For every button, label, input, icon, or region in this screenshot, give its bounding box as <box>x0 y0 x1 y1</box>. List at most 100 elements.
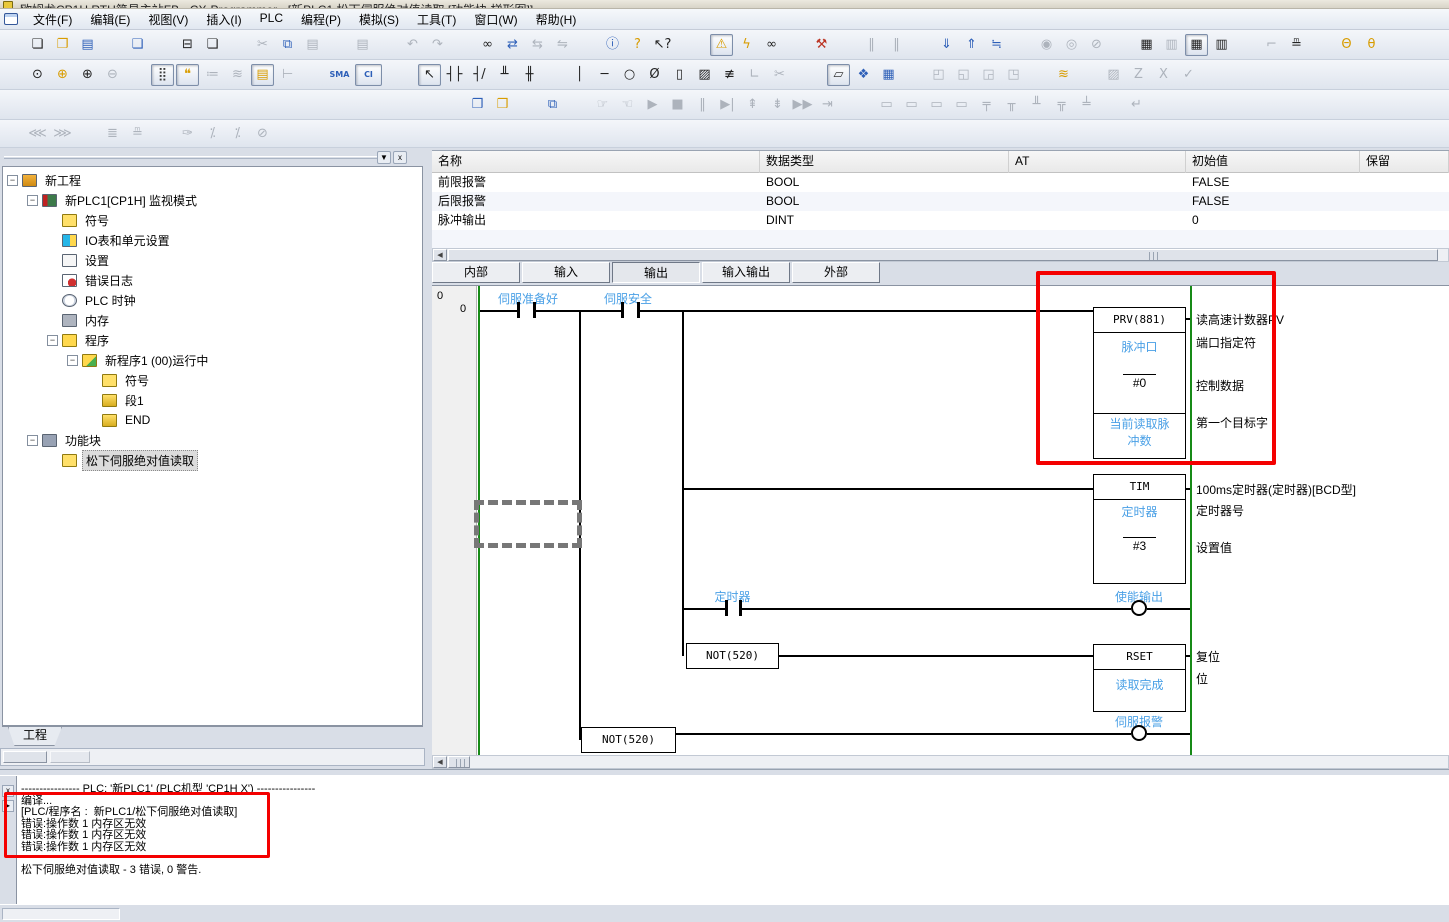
output-window-button[interactable]: ▨ <box>1102 64 1125 86</box>
tree-item[interactable]: − 新程序1 (00)运行中 <box>3 350 422 370</box>
tree-item[interactable]: − 程序 <box>3 330 422 350</box>
return-button[interactable]: ↵ <box>1125 94 1148 116</box>
find-replace-all-button[interactable]: ⇆ <box>526 34 549 56</box>
context-help-button[interactable]: ↖? <box>651 34 674 56</box>
ci-instruction-button[interactable]: CI <box>355 64 382 86</box>
menu-item[interactable]: 视图(V) <box>139 9 197 30</box>
scroll-left-arrow-icon[interactable]: ◀ <box>433 756 447 768</box>
sim-run-button[interactable]: ▶ <box>641 94 664 116</box>
sim-continuous-step-button[interactable]: ▶▶ <box>791 94 814 116</box>
tree-expander-icon[interactable]: − <box>7 175 18 186</box>
tree-item[interactable]: 符号 <box>3 370 422 390</box>
select-tool-button[interactable]: ↖ <box>418 64 441 86</box>
contact-nc-tool-button[interactable]: ┤/ <box>468 64 491 86</box>
tree-item[interactable]: − 新工程 <box>3 170 422 190</box>
properties-button[interactable]: ❖ <box>852 64 875 86</box>
network-monitor-button-4[interactable]: ▭ <box>950 94 973 116</box>
invert-tool-button[interactable]: ≢ <box>718 64 741 86</box>
force-cancel-button[interactable]: ⊘ <box>1085 34 1108 56</box>
menu-item[interactable]: 模拟(S) <box>350 9 408 30</box>
tree-expander-icon[interactable]: − <box>27 435 38 446</box>
corner-tool-button[interactable]: ∟ <box>743 64 766 86</box>
tree-item[interactable]: END <box>3 410 422 430</box>
rung-comment-button[interactable]: ≔ <box>201 64 224 86</box>
download-to-plc-button[interactable]: ⇓ <box>935 34 958 56</box>
scrollbar-thumb[interactable] <box>448 756 470 768</box>
new-file-button[interactable]: ❏ <box>26 34 49 56</box>
sim-step-button[interactable]: ▶| <box>716 94 739 116</box>
watch-window-button[interactable]: ▦ <box>1185 34 1208 56</box>
column-header-initial[interactable]: 初始值 <box>1186 151 1360 173</box>
operand[interactable]: 读取完成 <box>1094 676 1185 693</box>
variable-tab[interactable]: 外部 <box>792 262 880 283</box>
differential-monitor-button[interactable]: ▥ <box>1210 34 1233 56</box>
workspace-close-button[interactable]: x <box>393 151 407 164</box>
pause-monitor-button[interactable]: ‖ <box>860 34 883 56</box>
set-password-button[interactable]: Θ <box>1335 34 1358 56</box>
watch-window-2-button[interactable]: Z <box>1127 64 1150 86</box>
not-instruction-block[interactable]: NOT(520) <box>686 643 779 669</box>
redo-button[interactable]: ↷ <box>426 34 449 56</box>
scrollbar-thumb[interactable] <box>448 249 1438 261</box>
sim-pause-button[interactable]: ‖ <box>691 94 714 116</box>
block-top-button[interactable]: ≞ <box>126 123 149 145</box>
decrease-indent-button[interactable]: ⋘ <box>26 123 49 145</box>
data-trace-button[interactable]: ╨ <box>1025 94 1048 116</box>
vertical-splitter[interactable] <box>425 150 432 770</box>
monitor-clock-button[interactable]: ▥ <box>1160 34 1183 56</box>
watch-paste-button[interactable]: ◲ <box>977 64 1000 86</box>
paste-button[interactable]: ▤ <box>301 34 324 56</box>
find-alert-button[interactable]: ∞ <box>760 34 783 56</box>
address-reference-button[interactable]: ≋ <box>1052 64 1075 86</box>
verify-with-plc-button[interactable]: ≒ <box>985 34 1008 56</box>
column-header-at[interactable]: AT <box>1009 151 1186 173</box>
tree-expander-icon[interactable]: − <box>67 355 78 366</box>
contact-servo-safe[interactable] <box>637 302 640 318</box>
coil-enable-output[interactable] <box>1131 600 1147 616</box>
sim-step-out-button[interactable]: ⇟ <box>766 94 789 116</box>
contact-servo-safe[interactable] <box>621 302 624 318</box>
cut-wire-tool-button[interactable]: ✂ <box>768 64 791 86</box>
menu-item[interactable]: 编程(P) <box>292 9 350 30</box>
compile-view-button[interactable]: ❏ <box>126 34 149 56</box>
menu-item[interactable]: 编辑(E) <box>81 9 139 30</box>
rung-wrap-button[interactable]: ⊢ <box>276 64 299 86</box>
tree-expander-icon[interactable]: − <box>27 195 38 206</box>
work-online-button[interactable]: ☞ <box>591 94 614 116</box>
contact-servo-ready[interactable] <box>533 302 536 318</box>
find-button[interactable]: ∞ <box>476 34 499 56</box>
protocol-button[interactable]: ╧ <box>1075 94 1098 116</box>
force-clear-button[interactable]: ⊘ <box>251 123 274 145</box>
force-reset-button[interactable]: ⁒ <box>226 123 249 145</box>
block-list-button[interactable]: ≣ <box>101 123 124 145</box>
coil-nc-tool-button[interactable]: Ø <box>643 64 666 86</box>
tim-instruction-block[interactable]: TIM 定时器 #3 <box>1093 474 1186 584</box>
help-button[interactable]: ? <box>626 34 649 56</box>
variable-tab[interactable]: 内部 <box>432 262 520 283</box>
column-header-name[interactable]: 名称 <box>432 151 760 173</box>
pause-button[interactable]: ‖ <box>885 34 908 56</box>
comment-edit-button[interactable]: ❒ <box>491 94 514 116</box>
edit-pen-button[interactable]: ✑ <box>176 123 199 145</box>
network-monitor-button-2[interactable]: ▭ <box>900 94 923 116</box>
menu-item[interactable]: 帮助(H) <box>527 9 586 30</box>
tree-item[interactable]: 符号 <box>3 210 422 230</box>
replace-button[interactable]: ⇄ <box>501 34 524 56</box>
open-file-button[interactable]: ❐ <box>51 34 74 56</box>
tree-expander-icon[interactable]: − <box>47 335 58 346</box>
comment-toggle-button[interactable]: ❝ <box>176 64 199 86</box>
work-online-sim-button[interactable]: ☜ <box>616 94 639 116</box>
sim-stop-button[interactable]: ■ <box>666 94 689 116</box>
force-on-button[interactable]: ◉ <box>1035 34 1058 56</box>
tab-project[interactable]: 工程 <box>8 727 62 746</box>
change-all-button[interactable]: ⇋ <box>551 34 574 56</box>
monitor-mode-button[interactable]: ▦ <box>1135 34 1158 56</box>
step-run-button[interactable]: ⌐ <box>1260 34 1283 56</box>
scroll-left-arrow-icon[interactable]: ◀ <box>433 249 447 261</box>
workspace-grip[interactable] <box>4 156 384 159</box>
undo-button[interactable]: ↶ <box>401 34 424 56</box>
not-instruction-block[interactable]: NOT(520) <box>581 727 676 753</box>
force-off-button[interactable]: ◎ <box>1060 34 1083 56</box>
or-contact-nc-tool-button[interactable]: ╫ <box>518 64 541 86</box>
scrollbar-thumb[interactable] <box>50 751 90 763</box>
